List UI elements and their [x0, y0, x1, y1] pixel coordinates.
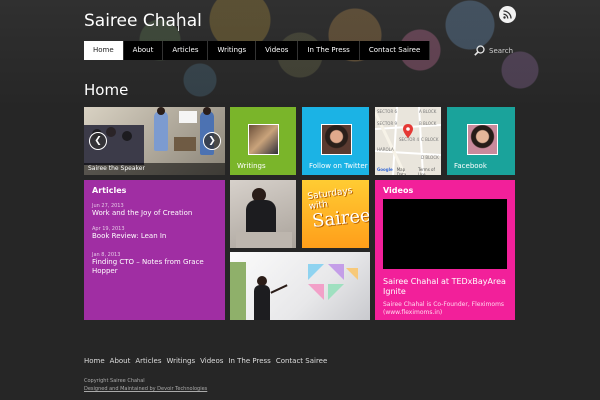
slider-caption: Sairee the Speaker	[84, 163, 225, 175]
page-title: Home	[84, 81, 129, 99]
copyright-text: Copyright Sairee Chahal	[84, 378, 145, 384]
stage-speaker-arm	[270, 284, 288, 294]
article-title[interactable]: Book Review: Lean In	[92, 232, 220, 241]
nav-about[interactable]: About	[124, 41, 164, 60]
writings-label: Writings	[237, 162, 266, 170]
map-label-7: D BLOCK	[421, 155, 439, 160]
nav-videos[interactable]: Videos	[256, 41, 299, 60]
writings-tile[interactable]: Writings	[230, 107, 296, 175]
twitter-tile[interactable]: Follow on Twitter	[302, 107, 369, 175]
photo-tile-portrait[interactable]	[230, 180, 296, 248]
video-player[interactable]	[383, 199, 507, 269]
nav-articles[interactable]: Articles	[163, 41, 209, 60]
twitter-label: Follow on Twitter	[309, 162, 368, 170]
facebook-photo	[467, 124, 498, 155]
articles-tile: Articles Jun 27, 2013 Work and the Joy o…	[84, 180, 225, 320]
search-input[interactable]	[485, 46, 539, 55]
stage-slide-graphic	[308, 264, 358, 300]
nav-home[interactable]: Home	[84, 41, 124, 60]
videos-tile: Videos Sairee Chahal at TEDxBayArea Igni…	[375, 180, 515, 320]
map-pin-icon[interactable]	[403, 124, 413, 138]
slider-prev-button[interactable]: ❮	[89, 132, 107, 150]
portrait-floor	[236, 232, 292, 248]
search-icon[interactable]	[474, 45, 485, 56]
footer-nav-contact-sairee[interactable]: Contact Sairee	[276, 357, 327, 365]
map-label-3: B BLOCK	[419, 121, 437, 126]
map-label-6: HAROLA	[377, 147, 394, 152]
footer-nav-writings[interactable]: Writings	[166, 357, 195, 365]
map-footer: Google Map Data Terms of Use	[377, 167, 441, 175]
nav-in-the-press[interactable]: In The Press	[298, 41, 360, 60]
facebook-tile[interactable]: Facebook	[447, 107, 515, 175]
map-label-0: SECTOR 6	[377, 109, 398, 114]
main-nav: Home About Articles Writings Videos In T…	[84, 41, 431, 60]
article-item[interactable]: Apr 19, 2013 Book Review: Lean In	[92, 226, 220, 241]
stage-plant	[230, 262, 246, 320]
footer-nav-articles[interactable]: Articles	[135, 357, 161, 365]
site-title[interactable]: Sairee Chahal	[84, 11, 202, 31]
title-cursor	[178, 12, 179, 31]
rss-icon[interactable]	[499, 6, 516, 23]
map-label-1: A BLOCK	[419, 109, 437, 114]
article-item[interactable]: Jun 27, 2013 Work and the Joy of Creatio…	[92, 203, 220, 218]
footer-nav-in-the-press[interactable]: In The Press	[228, 357, 270, 365]
writings-photo	[248, 124, 279, 155]
map-label-5: C BLOCK	[421, 137, 439, 142]
map-tile[interactable]: SECTOR 6 A BLOCK SECTOR 9 B BLOCK SECTOR…	[375, 107, 441, 175]
twitter-photo	[321, 124, 352, 155]
slider-next-button[interactable]: ❯	[203, 132, 221, 150]
photo-tile-stage[interactable]	[230, 252, 370, 320]
facebook-label: Facebook	[454, 162, 487, 170]
footer-nav: Home About Articles Writings Videos In T…	[84, 357, 327, 365]
article-title[interactable]: Finding CTO – Notes from Grace Hopper	[92, 258, 220, 276]
map-data-label: Map Data	[396, 167, 407, 175]
article-item[interactable]: Jan 8, 2013 Finding CTO – Notes from Gra…	[92, 252, 220, 276]
stage-speaker-body	[254, 285, 270, 320]
article-title[interactable]: Work and the Joy of Creation	[92, 209, 220, 218]
articles-heading[interactable]: Articles	[92, 186, 126, 195]
map-terms-link[interactable]: Terms of Use	[418, 167, 441, 175]
google-logo: Google	[377, 167, 393, 172]
videos-heading[interactable]: Videos	[383, 186, 413, 195]
nav-contact-sairee[interactable]: Contact Sairee	[360, 41, 431, 60]
designer-link[interactable]: Designed and Maintained by Devoir Techno…	[84, 386, 207, 392]
nav-writings[interactable]: Writings	[208, 41, 257, 60]
saturdays-with-sairee-tile[interactable]: Saturdays with Sairee	[302, 180, 369, 248]
speaker-slider[interactable]: ❮ ❯ Sairee the Speaker	[84, 107, 225, 175]
footer-nav-videos[interactable]: Videos	[200, 357, 223, 365]
footer-nav-about[interactable]: About	[110, 357, 131, 365]
footer-nav-home[interactable]: Home	[84, 357, 105, 365]
search-box	[474, 45, 539, 56]
video-description: Sairee Chahal is Co-Founder, Fleximoms (…	[383, 301, 505, 316]
map-label-2: SECTOR 9	[377, 121, 398, 126]
video-title[interactable]: Sairee Chahal at TEDxBayArea Ignite	[383, 277, 511, 297]
